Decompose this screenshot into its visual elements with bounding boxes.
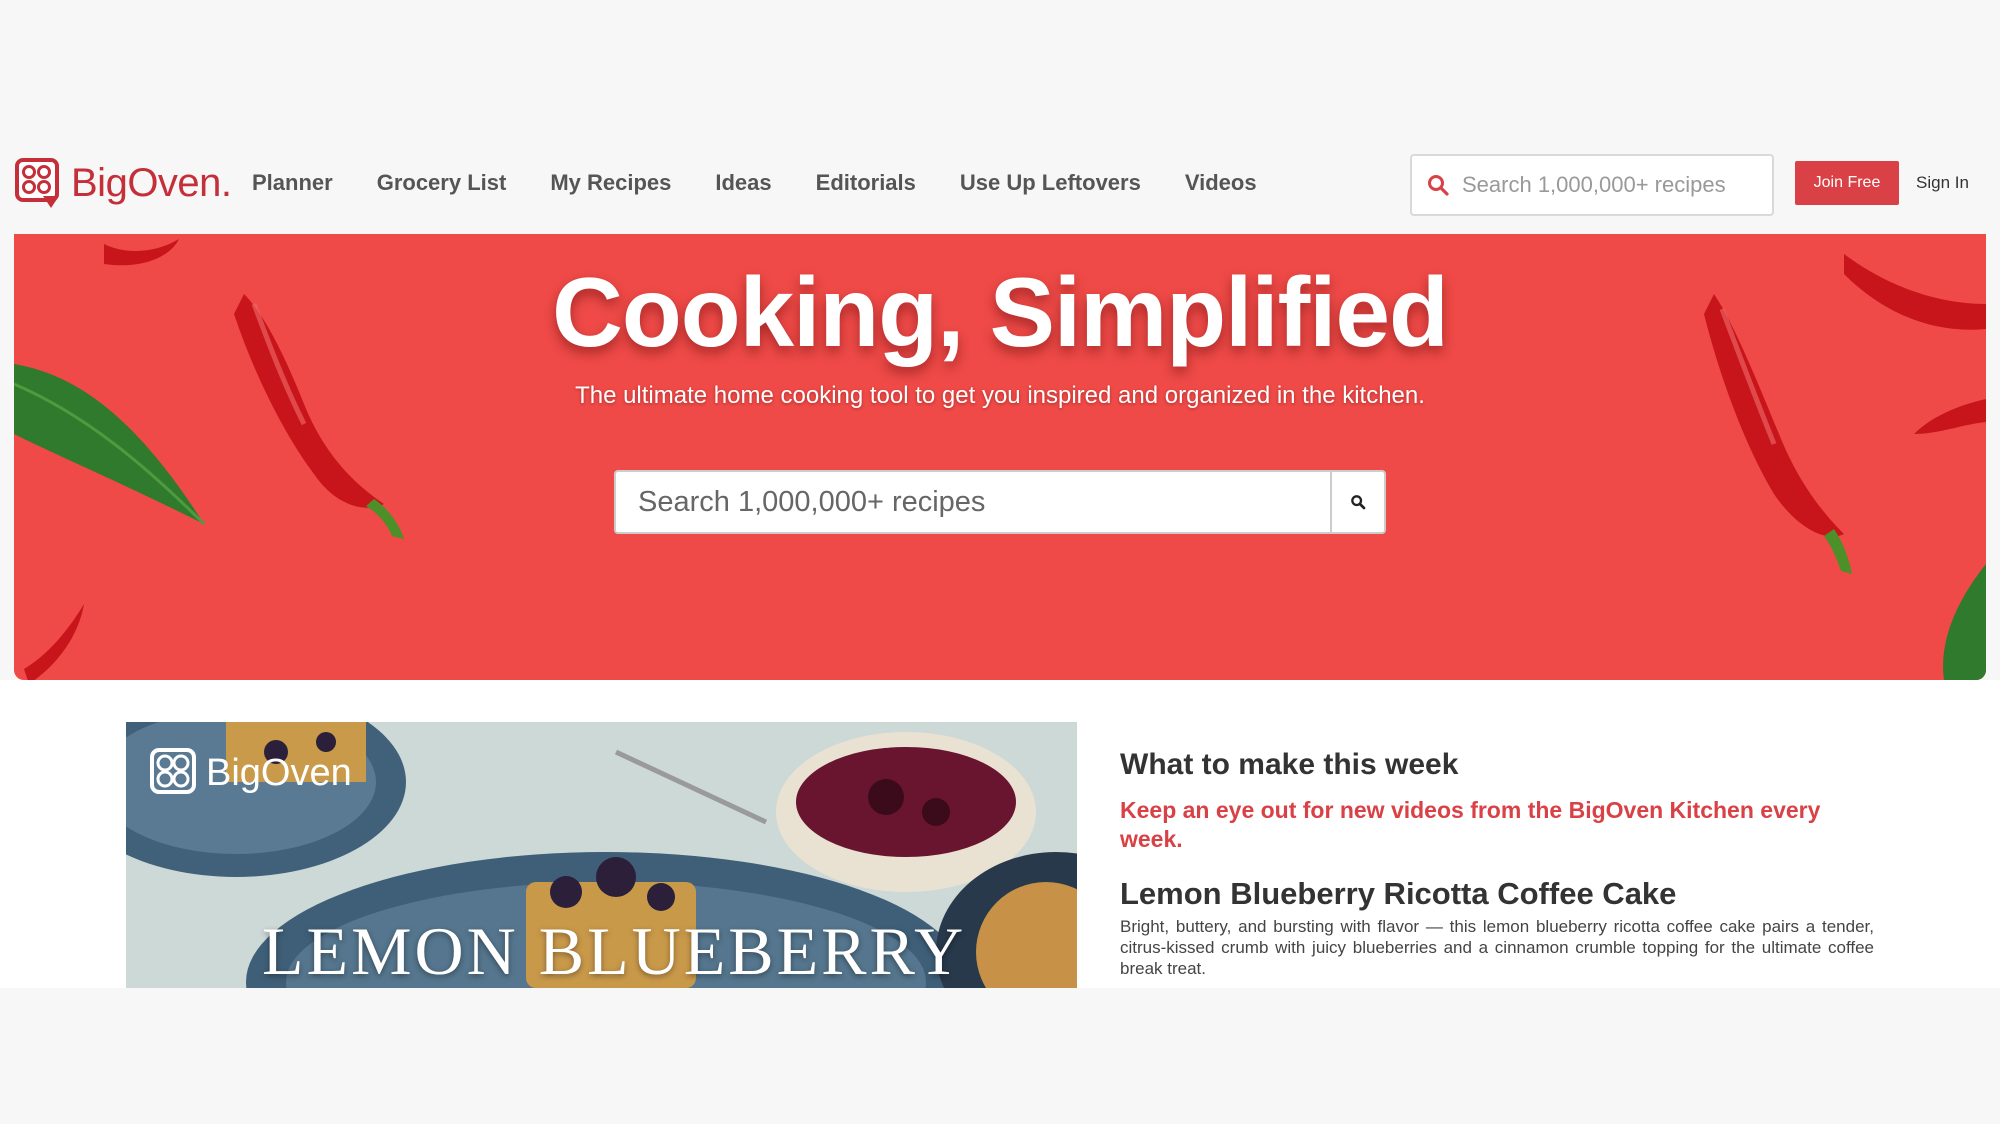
nav-item-use-up-leftovers[interactable]: Use Up Leftovers	[960, 170, 1141, 196]
join-free-button[interactable]: Join Free	[1795, 161, 1899, 205]
feature-info: What to make this week Keep an eye out f…	[1120, 748, 1874, 979]
site-header: BigOven. Planner Grocery List My Recipes…	[0, 140, 2000, 234]
nav-item-my-recipes[interactable]: My Recipes	[550, 170, 671, 196]
logo-text: BigOven.	[71, 160, 232, 205]
video-caption: LEMON BLUEBERRY	[262, 913, 967, 988]
nav-item-grocery-list[interactable]: Grocery List	[377, 170, 507, 196]
pepper-leaf-image	[1943, 564, 1986, 680]
header-search	[1410, 154, 1774, 216]
recipe-description: Bright, buttery, and bursting with flavo…	[1120, 917, 1874, 978]
feature-section: BigOven LEMON BLUEBERRY What to make thi…	[0, 680, 2000, 988]
header-search-input[interactable]	[1462, 172, 1762, 198]
video-brand-text: BigOven	[206, 751, 352, 794]
page-footer-space	[0, 988, 2000, 1124]
nav-item-planner[interactable]: Planner	[252, 170, 333, 196]
feature-subheading: Keep an eye out for new videos from the …	[1120, 797, 1821, 852]
sign-in-link[interactable]: Sign In	[1916, 173, 1969, 193]
hero-subtitle: The ultimate home cooking tool to get yo…	[575, 382, 1425, 409]
nav-item-editorials[interactable]: Editorials	[816, 170, 916, 196]
bigoven-logo-icon	[15, 158, 61, 208]
main-nav: Planner Grocery List My Recipes Ideas Ed…	[252, 170, 1257, 196]
nav-item-ideas[interactable]: Ideas	[715, 170, 771, 196]
chili-pepper-image	[24, 604, 84, 680]
search-icon	[1351, 495, 1366, 510]
hero-banner: Cooking, Simplified The ultimate home co…	[14, 234, 1986, 680]
hero-title: Cooking, Simplified	[552, 257, 1449, 367]
hero-search-button[interactable]	[1330, 470, 1386, 534]
bigoven-logo-icon	[150, 748, 196, 794]
nav-item-videos[interactable]: Videos	[1185, 170, 1257, 196]
search-icon[interactable]	[1426, 173, 1450, 197]
bigoven-logo[interactable]: BigOven.	[15, 158, 232, 208]
pepper-leaf-image	[14, 364, 206, 526]
featured-video-thumbnail[interactable]: BigOven LEMON BLUEBERRY	[126, 722, 1077, 988]
video-brand-watermark: BigOven	[150, 748, 352, 798]
feature-heading: What to make this week	[1120, 748, 1459, 781]
hero-search	[614, 470, 1386, 534]
page: BigOven. Planner Grocery List My Recipes…	[0, 0, 2000, 1124]
hero-search-input[interactable]	[614, 470, 1330, 534]
recipe-title[interactable]: Lemon Blueberry Ricotta Coffee Cake	[1120, 876, 1874, 912]
